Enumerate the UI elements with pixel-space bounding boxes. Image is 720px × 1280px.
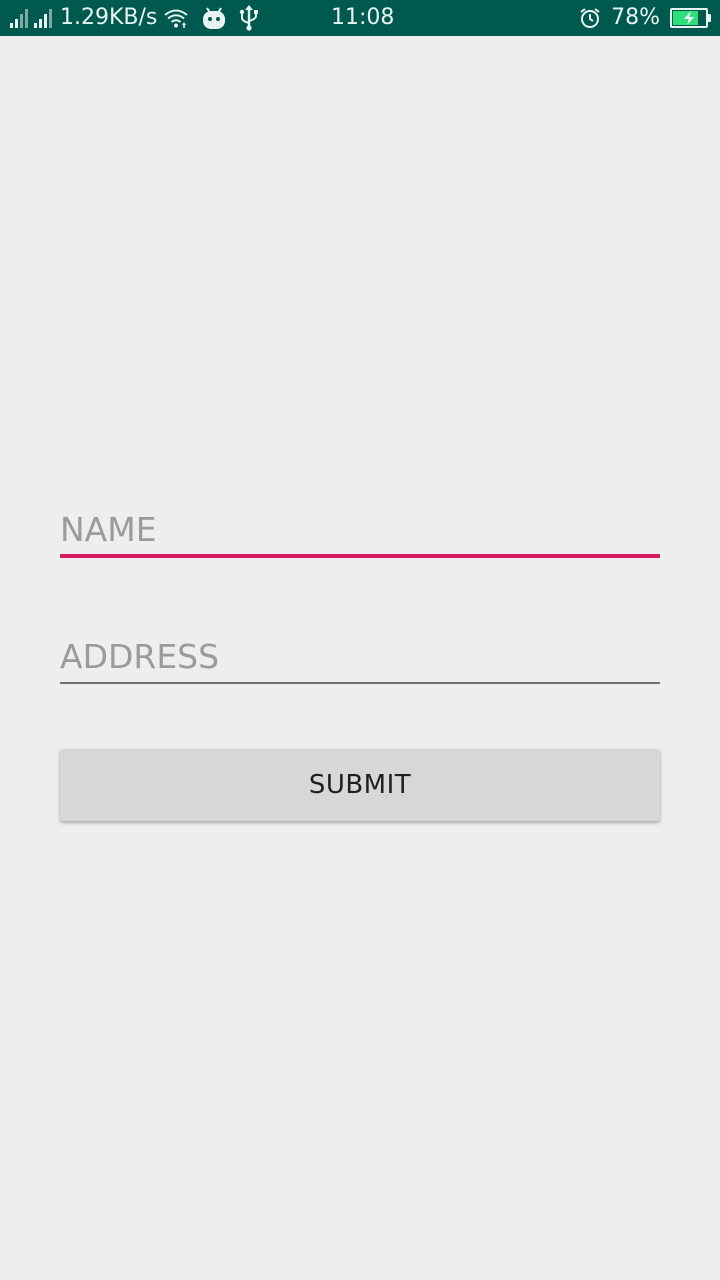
battery-charging-icon xyxy=(670,8,711,28)
address-field[interactable] xyxy=(60,634,660,688)
alarm-icon xyxy=(579,7,601,29)
name-input[interactable] xyxy=(60,507,660,553)
usb-icon xyxy=(239,5,259,31)
wifi-icon xyxy=(163,7,189,29)
android-debug-icon xyxy=(201,6,227,30)
submit-button[interactable]: SUBMIT xyxy=(60,749,660,821)
status-bar: 1.29KB/s 11:08 78% xyxy=(0,0,720,36)
signal-2-icon xyxy=(34,8,52,28)
address-field-underline xyxy=(60,682,660,684)
address-input[interactable] xyxy=(60,634,660,680)
name-field-underline-focused xyxy=(60,554,660,558)
network-speed: 1.29KB/s xyxy=(60,5,158,30)
name-field[interactable] xyxy=(60,507,660,561)
charging-bolt-icon xyxy=(684,11,694,25)
status-left-group: 1.29KB/s xyxy=(10,0,259,36)
battery-percent: 78% xyxy=(611,5,660,30)
status-time: 11:08 xyxy=(331,5,395,30)
status-right-group: 78% xyxy=(579,0,711,36)
signal-1-icon xyxy=(10,8,28,28)
